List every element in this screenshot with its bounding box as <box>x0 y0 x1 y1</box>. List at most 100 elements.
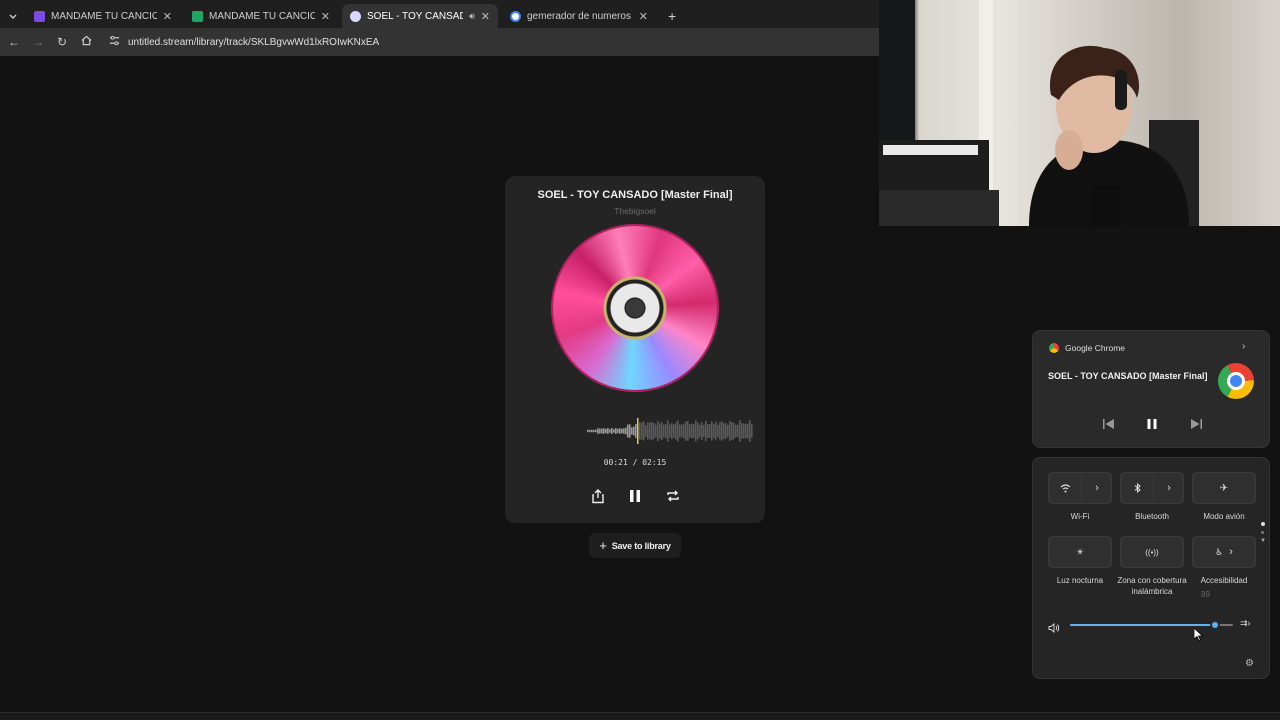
close-icon[interactable]: ✕ <box>163 10 172 23</box>
chevron-right-icon[interactable]: › <box>1081 473 1112 503</box>
speaker-icon[interactable]: 🔊︎ <box>469 11 475 22</box>
waveform-bar <box>595 429 597 433</box>
waveform-bar <box>743 423 745 439</box>
waveform-bar <box>693 424 695 438</box>
tile-label: Accesibilidad <box>1200 576 1248 585</box>
plus-icon: + <box>599 538 607 553</box>
chevron-right-icon: › <box>1229 546 1233 558</box>
tab-google[interactable]: gemerador de numeros aleator ✕ <box>502 4 656 28</box>
repeat-icon[interactable] <box>663 486 683 506</box>
waveform-bar <box>615 428 617 434</box>
previous-track-icon[interactable] <box>1103 416 1114 434</box>
volume-slider-fill <box>1070 624 1215 626</box>
album-disc <box>551 224 719 392</box>
waveform-bar <box>675 422 677 440</box>
volume-icon[interactable] <box>1048 620 1060 638</box>
page-dot[interactable] <box>1261 531 1264 534</box>
tab-strip: MANDAME TU CANCION - For ✕ MANDAME TU CA… <box>0 0 880 28</box>
next-track-icon[interactable] <box>1191 416 1202 434</box>
waveform-bar <box>723 423 725 439</box>
airplane-icon: ✈︎ <box>1219 482 1229 494</box>
tab-title: MANDAME TU CANCION (resp <box>209 10 315 22</box>
back-icon[interactable]: ← <box>6 34 22 50</box>
chevron-right-icon[interactable]: › <box>1242 341 1245 352</box>
waveform-bar <box>703 424 705 438</box>
volume-slider-track[interactable] <box>1070 620 1233 630</box>
google-icon <box>510 10 521 22</box>
hotspot-icon: ((•)) <box>1145 547 1159 557</box>
waveform-bar <box>587 429 589 433</box>
waveform-bar <box>683 423 685 439</box>
waveform-bar <box>635 424 637 438</box>
waveform-bar <box>731 422 733 440</box>
tab-title: gemerador de numeros aleator <box>527 10 633 22</box>
pause-button[interactable] <box>625 486 645 506</box>
waveform-bar <box>741 423 743 439</box>
waveform-bar <box>639 422 641 440</box>
page-down-icon[interactable]: ▼ <box>1260 538 1266 544</box>
chrome-logo-icon <box>1218 363 1254 399</box>
playhead[interactable] <box>637 418 639 444</box>
page-dot[interactable] <box>1261 522 1265 526</box>
taskbar <box>0 712 1280 720</box>
audio-output-icon[interactable]: ⇉› <box>1240 618 1251 629</box>
waveform-bar <box>643 421 645 441</box>
bluetooth-toggle[interactable]: › <box>1120 472 1184 504</box>
accessibility-toggle[interactable]: ♿︎ › <box>1192 536 1256 568</box>
waveform-bar <box>733 422 735 440</box>
hotspot-toggle[interactable]: ((•)) <box>1120 536 1184 568</box>
share-icon[interactable] <box>588 486 608 506</box>
waveform-bar <box>677 420 679 442</box>
home-icon[interactable] <box>78 34 94 50</box>
waveform-bar <box>727 424 729 438</box>
address-bar[interactable]: untitled.stream/library/track/SKLBgvwWd1… <box>128 37 379 48</box>
reload-icon[interactable]: ↻ <box>54 34 70 50</box>
wifi-toggle[interactable]: › <box>1048 472 1112 504</box>
waveform-bar <box>613 429 615 433</box>
webcam-person-image <box>879 0 1199 226</box>
waveform-bar <box>633 426 635 436</box>
site-info-icon[interactable] <box>106 34 122 50</box>
tab-search-button[interactable] <box>4 4 24 28</box>
close-icon[interactable]: ✕ <box>639 10 648 23</box>
waveform-bar <box>591 429 593 433</box>
waveform-bar <box>679 424 681 438</box>
accessibility-icon: ♿︎ <box>1215 546 1224 557</box>
waveform-bar <box>721 421 723 441</box>
waveform-bar <box>673 424 675 438</box>
airplane-toggle[interactable]: ✈︎ <box>1192 472 1256 504</box>
close-icon[interactable]: ✕ <box>481 10 490 23</box>
media-pause-icon[interactable] <box>1147 416 1157 434</box>
save-to-library-button[interactable]: + Save to library <box>589 533 681 558</box>
pause-icon <box>630 490 640 502</box>
chevron-right-icon[interactable]: › <box>1153 473 1184 503</box>
playback-time: 00:21 / 02:15 <box>603 458 667 467</box>
new-tab-button[interactable]: + <box>660 4 682 28</box>
waveform-bar <box>605 428 607 434</box>
waveform-bar <box>657 420 659 442</box>
waveform-bar <box>609 429 611 433</box>
waveform-bar <box>601 428 603 434</box>
tab-responses[interactable]: MANDAME TU CANCION (resp ✕ <box>184 4 338 28</box>
waveform-scrubber[interactable] <box>587 418 753 444</box>
forms-icon <box>34 10 45 22</box>
volume-slider-thumb[interactable] <box>1210 620 1220 630</box>
night-light-toggle[interactable]: ☀︎ <box>1048 536 1112 568</box>
quick-settings-panel: › › ✈︎ Wi-Fi Bluetooth Modo avión ☀︎ ((•… <box>1032 457 1270 679</box>
waveform-bar <box>667 420 669 442</box>
waveform-bar <box>641 422 643 440</box>
waveform-bar <box>597 428 599 434</box>
gear-icon[interactable]: ⚙︎ <box>1245 658 1254 669</box>
waveform-bar <box>747 423 749 439</box>
waveform-bar <box>621 428 623 434</box>
forward-icon[interactable]: → <box>30 34 46 50</box>
tab-player[interactable]: SOEL - TOY CANSADO [Ma 🔊︎ ✕ <box>342 4 498 28</box>
close-icon[interactable]: ✕ <box>321 10 330 23</box>
save-label: Save to library <box>611 540 671 551</box>
tab-form[interactable]: MANDAME TU CANCION - For ✕ <box>26 4 180 28</box>
waveform-bar <box>669 424 671 438</box>
waveform-bar <box>735 424 737 438</box>
tab-title: MANDAME TU CANCION - For <box>51 10 157 22</box>
player-card: SOEL - TOY CANSADO [Master Final] Thebig… <box>505 176 765 523</box>
waveform-bar <box>665 423 667 439</box>
